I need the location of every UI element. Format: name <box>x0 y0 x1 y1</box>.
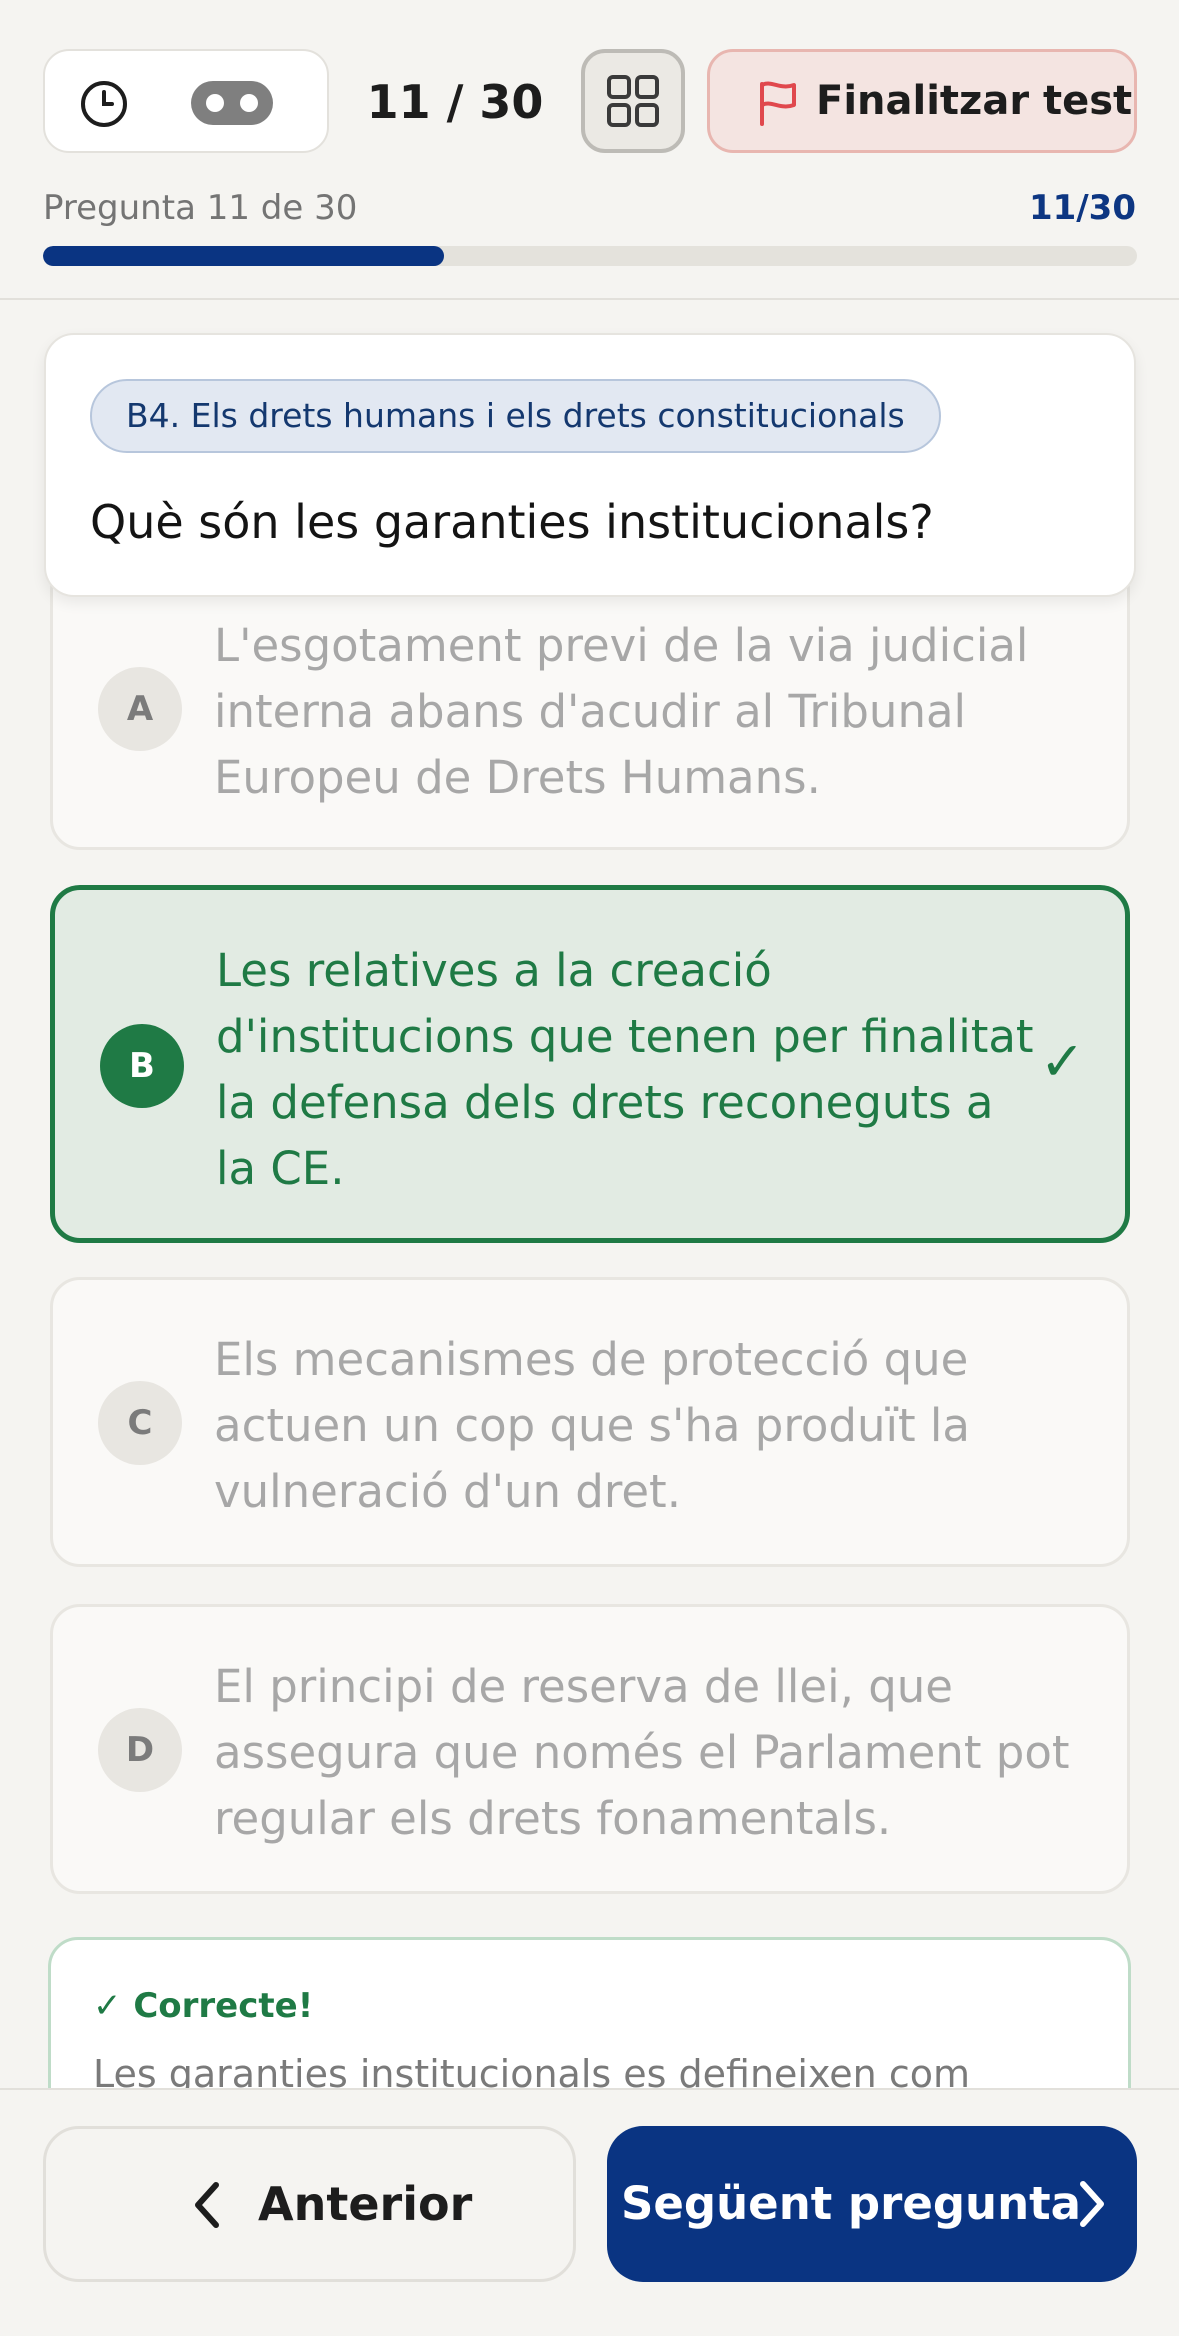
chevron-right-icon <box>1080 2181 1104 2227</box>
option-letter: C <box>98 1381 182 1465</box>
option-letter: D <box>98 1708 182 1792</box>
option-text: L'esgotament previ de la via judicial in… <box>214 619 1029 804</box>
previous-button[interactable]: Anterior <box>43 2126 576 2282</box>
option-text: Els mecanismes de protecció que actuen u… <box>214 1333 970 1518</box>
option-letter: B <box>100 1024 184 1108</box>
answer-option-d[interactable]: D El principi de reserva de llei, que as… <box>50 1604 1130 1894</box>
chevron-left-icon <box>195 2182 219 2228</box>
answer-option-c[interactable]: C Els mecanismes de protecció que actuen… <box>50 1277 1130 1567</box>
answer-option-a[interactable]: A L'esgotament previ de la via judicial … <box>50 560 1130 850</box>
previous-label: Anterior <box>258 2177 473 2231</box>
bottom-nav: Anterior Següent pregunta <box>0 2088 1179 2336</box>
option-letter: A <box>98 667 182 751</box>
next-label: Següent pregunta <box>621 2177 1081 2230</box>
question-card: B4. Els drets humans i els drets constit… <box>44 333 1136 597</box>
feedback-title: ✓ Correcte! <box>93 1986 314 2026</box>
topic-badge: B4. Els drets humans i els drets constit… <box>90 379 941 453</box>
check-icon: ✓ <box>1039 1030 1085 1093</box>
option-text: El principi de reserva de llei, que asse… <box>214 1660 1070 1845</box>
feedback-text: Les garanties institucionals es defineix… <box>93 2052 970 2090</box>
next-question-button[interactable]: Següent pregunta <box>607 2126 1137 2282</box>
question-text: Què són les garanties institucionals? <box>90 495 934 549</box>
answer-list: A L'esgotament previ de la via judicial … <box>0 0 1179 2090</box>
option-text: Les relatives a la creació d'institucion… <box>216 944 1034 1195</box>
answer-option-b[interactable]: B Les relatives a la creació d'instituci… <box>50 885 1130 1243</box>
feedback-card: ✓ Correcte! Les garanties institucionals… <box>48 1937 1131 2090</box>
